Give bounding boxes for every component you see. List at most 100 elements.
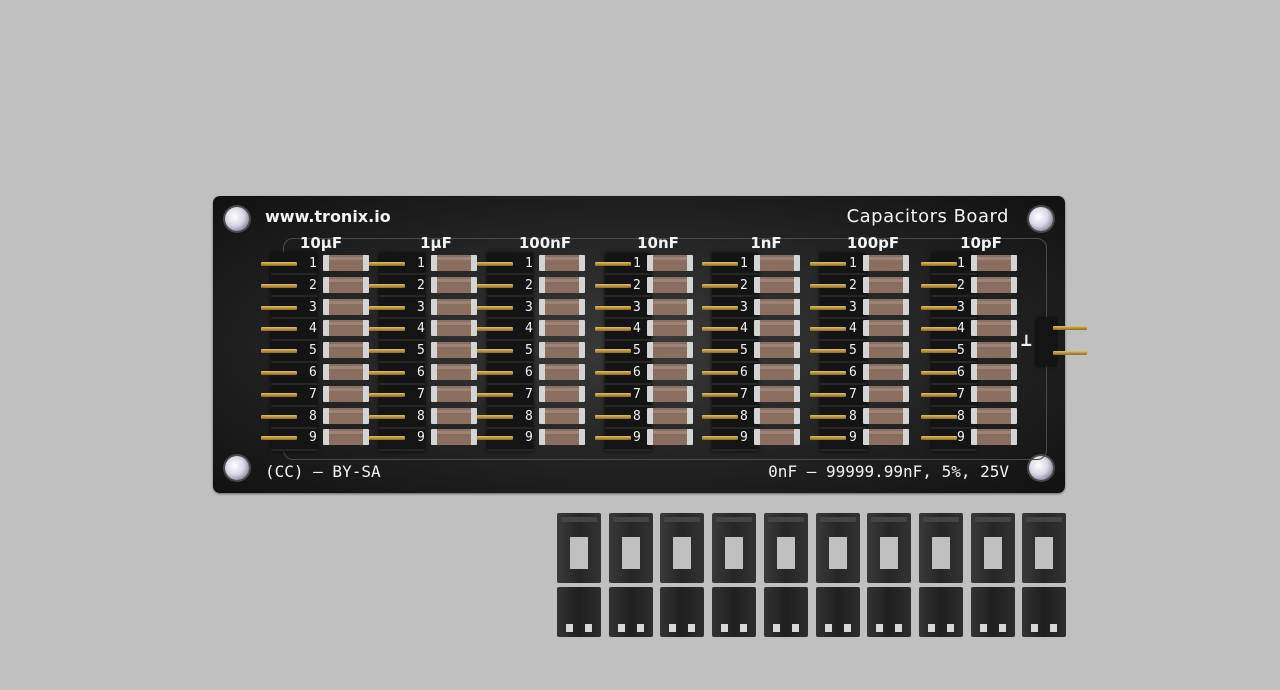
jumper-cap-base	[1022, 587, 1067, 637]
smd-capacitor	[863, 255, 909, 271]
capacitor-column	[539, 255, 585, 451]
position-number: 3	[957, 299, 965, 315]
position-number: 8	[740, 408, 748, 424]
position-numbers: 1 2 3 4 5 6 7 8 9	[525, 254, 537, 450]
smd-capacitor	[647, 298, 693, 315]
header-pin	[810, 262, 846, 266]
group-label: 100nF	[518, 234, 572, 252]
jumper-slot	[721, 624, 729, 632]
smd-capacitor	[431, 429, 477, 446]
smd-capacitor	[754, 429, 800, 446]
smd-capacitor	[539, 342, 585, 359]
position-numbers: 1 2 3 4 5 6 7 8 9	[633, 254, 645, 450]
jumper-cap-top	[970, 513, 1015, 583]
position-number: 7	[417, 386, 425, 402]
header-pin	[261, 392, 297, 397]
jumper-cap[interactable]	[867, 513, 912, 637]
position-number: 1	[309, 256, 317, 271]
smd-capacitor	[971, 320, 1017, 337]
header-pin	[702, 392, 738, 397]
jumper-slot	[927, 624, 935, 632]
jumper-slot	[566, 624, 573, 632]
jumper-cap[interactable]	[1022, 513, 1067, 637]
smd-capacitor	[323, 276, 369, 293]
smd-capacitor	[863, 385, 909, 402]
header-pin	[261, 436, 297, 441]
header-pin	[369, 327, 405, 332]
header-pin	[477, 436, 513, 441]
position-number: 7	[740, 386, 748, 402]
position-number: 9	[740, 430, 748, 446]
position-number: 8	[525, 408, 533, 424]
position-number: 2	[633, 277, 641, 293]
position-number: 4	[849, 321, 857, 337]
jumper-cap[interactable]	[608, 513, 653, 637]
position-number: 2	[957, 277, 965, 293]
header-pin	[261, 305, 297, 310]
jumper-cap-top	[815, 513, 860, 583]
header-pin	[921, 392, 957, 397]
jumper-cap[interactable]	[970, 513, 1015, 637]
board-title: Capacitors Board	[846, 206, 1009, 227]
jumper-cap-top	[867, 513, 912, 583]
position-numbers: 1 2 3 4 5 6 7 8 9	[740, 254, 752, 450]
jumper-slot	[772, 624, 780, 632]
smd-capacitor	[647, 320, 693, 337]
pcb-board: www.tronix.io Capacitors Board (CC) – BY…	[213, 196, 1087, 493]
connector-pin	[1053, 326, 1087, 330]
jumper-cap[interactable]	[660, 513, 705, 637]
smd-capacitor	[431, 363, 477, 380]
jumper-cap[interactable]	[918, 513, 963, 637]
position-number: 2	[849, 277, 857, 293]
group-label: 100pF	[846, 234, 900, 252]
jumper-cap-top	[608, 513, 653, 583]
header-pin	[810, 414, 846, 419]
jumper-slot	[740, 624, 748, 632]
smd-capacitor	[539, 255, 585, 271]
mount-hole-top-right	[1029, 207, 1053, 231]
smd-capacitor	[431, 385, 477, 402]
capacitor-column	[971, 255, 1017, 451]
jumper-cap-top	[763, 513, 808, 583]
jumper-cap[interactable]	[712, 513, 757, 637]
header-pin	[921, 262, 957, 266]
position-number: 1	[633, 256, 641, 271]
jumper-cap-top	[660, 513, 705, 583]
smd-capacitor	[971, 407, 1017, 424]
jumper-slot	[669, 624, 677, 632]
group-label: 10µF	[299, 234, 343, 252]
smd-capacitor	[863, 363, 909, 380]
smd-capacitor	[647, 363, 693, 380]
position-number: 5	[525, 343, 533, 359]
header-pin	[595, 349, 631, 354]
smd-capacitor	[863, 298, 909, 315]
header-pin	[810, 283, 846, 288]
header-pin	[810, 371, 846, 375]
position-number: 3	[849, 299, 857, 315]
smd-capacitor	[323, 385, 369, 402]
smd-capacitor	[323, 407, 369, 424]
header-pin	[261, 283, 297, 288]
jumper-slot	[946, 624, 954, 632]
header-pin	[261, 262, 297, 266]
header-pin	[261, 327, 297, 332]
header-pin	[595, 436, 631, 441]
jumper-cap[interactable]	[815, 513, 860, 637]
header-pin	[921, 283, 957, 288]
position-number: 8	[633, 408, 641, 424]
smd-capacitor	[754, 363, 800, 380]
smd-capacitor	[539, 320, 585, 337]
jumper-cap[interactable]	[557, 513, 601, 637]
smd-capacitor	[431, 342, 477, 359]
jumper-set	[557, 513, 1077, 638]
jumper-cap[interactable]	[763, 513, 808, 637]
header-pin	[477, 371, 513, 375]
smd-capacitor	[647, 385, 693, 402]
jumper-slot	[979, 624, 987, 632]
smd-capacitor	[863, 429, 909, 446]
jumper-slot	[1050, 624, 1058, 632]
position-number: 8	[849, 408, 857, 424]
position-number: 9	[633, 430, 641, 446]
position-number: 7	[633, 386, 641, 402]
position-number: 7	[849, 386, 857, 402]
